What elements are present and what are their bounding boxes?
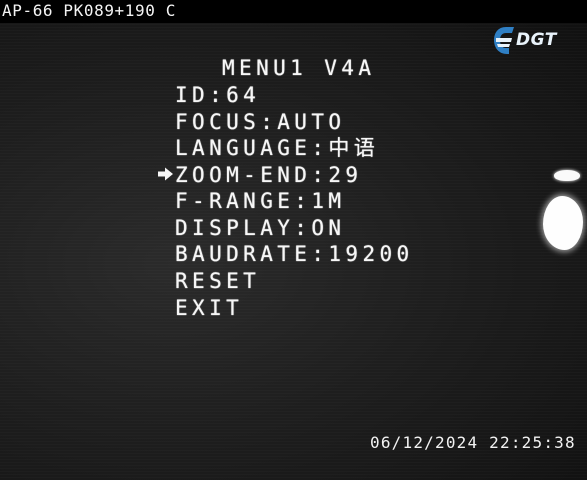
menu-item-baudrate[interactable]: BAUDRATE:19200: [175, 242, 414, 266]
camera-feed: AP-66 PK089+190 C DGT MENU1 V4A ID:64 FO…: [0, 0, 587, 480]
logo-text: DGT: [516, 30, 557, 50]
camera-label: AP-66 PK089+190 C: [2, 1, 176, 20]
menu-item-display[interactable]: DISPLAY:ON: [175, 216, 345, 240]
menu-item-f-range[interactable]: F-RANGE:1M: [175, 189, 345, 213]
menu-item-exit[interactable]: EXIT: [175, 296, 243, 320]
menu-item-reset[interactable]: RESET: [175, 269, 260, 293]
camera-info-bar: AP-66 PK089+190 C: [0, 0, 587, 23]
timestamp: 06/12/2024 22:25:38: [370, 433, 576, 452]
light-source-large: [543, 196, 583, 250]
light-source-small: [554, 170, 580, 181]
dgt-logo: DGT: [492, 24, 566, 58]
osd-menu-title: MENU1 V4A: [222, 56, 376, 80]
arrow-right-icon: [158, 167, 173, 181]
menu-item-language[interactable]: LANGUAGE:中语: [175, 136, 379, 160]
menu-item-id[interactable]: ID:64: [175, 83, 260, 107]
menu-item-focus[interactable]: FOCUS:AUTO: [175, 110, 345, 134]
menu-item-zoom-end[interactable]: ZOOM-END:29: [175, 163, 362, 187]
